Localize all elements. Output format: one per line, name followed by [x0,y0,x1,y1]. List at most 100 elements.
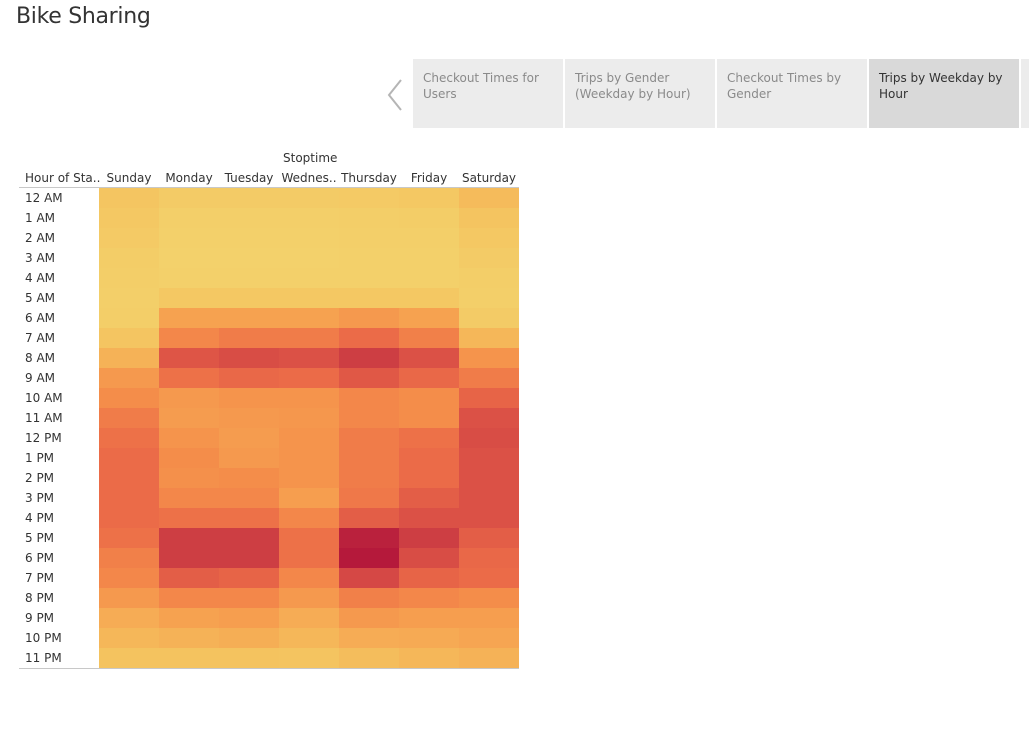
heatmap-cell[interactable] [339,548,399,568]
heatmap-cell[interactable] [159,368,219,388]
heatmap-cell[interactable] [459,588,519,608]
heatmap-cell[interactable] [339,308,399,328]
heatmap-cell[interactable] [159,648,219,668]
heatmap-cell[interactable] [99,488,159,508]
heatmap-cell[interactable] [219,628,279,648]
heatmap-cell[interactable] [159,348,219,368]
heatmap-cell[interactable] [99,468,159,488]
heatmap-cell[interactable] [159,608,219,628]
heatmap-cell[interactable] [279,408,339,428]
heatmap-cell[interactable] [459,468,519,488]
heatmap-cell[interactable] [459,428,519,448]
heatmap-cell[interactable] [219,608,279,628]
heatmap-cell[interactable] [99,308,159,328]
heatmap-cell[interactable] [399,348,459,368]
heatmap-cell[interactable] [279,528,339,548]
heatmap-cell[interactable] [219,468,279,488]
heatmap-cell[interactable] [99,648,159,668]
heatmap-cell[interactable] [99,348,159,368]
heatmap-cell[interactable] [399,648,459,668]
heatmap-cell[interactable] [399,448,459,468]
heatmap-cell[interactable] [279,328,339,348]
heatmap-cell[interactable] [99,608,159,628]
heatmap-cell[interactable] [99,408,159,428]
heatmap-cell[interactable] [219,648,279,668]
heatmap-cell[interactable] [219,588,279,608]
heatmap-cell[interactable] [99,228,159,248]
heatmap-cell[interactable] [279,508,339,528]
heatmap-cell[interactable] [99,588,159,608]
heatmap-cell[interactable] [159,188,219,208]
heatmap-cell[interactable] [279,628,339,648]
heatmap-cell[interactable] [339,488,399,508]
heatmap-cell[interactable] [279,468,339,488]
heatmap-cell[interactable] [399,628,459,648]
heatmap-cell[interactable] [459,228,519,248]
heatmap-cell[interactable] [339,188,399,208]
heatmap-cell[interactable] [99,628,159,648]
heatmap-cell[interactable] [399,248,459,268]
heatmap-cell[interactable] [99,528,159,548]
heatmap-cell[interactable] [219,248,279,268]
heatmap-cell[interactable] [459,288,519,308]
heatmap-cell[interactable] [279,648,339,668]
heatmap-cell[interactable] [399,288,459,308]
heatmap-cell[interactable] [459,528,519,548]
heatmap-cell[interactable] [279,588,339,608]
heatmap-cell[interactable] [219,228,279,248]
heatmap-cell[interactable] [159,528,219,548]
tab-checkout-times-users[interactable]: Checkout Times for Users [413,59,563,128]
heatmap-cell[interactable] [159,248,219,268]
heatmap-cell[interactable] [399,308,459,328]
heatmap-cell[interactable] [339,568,399,588]
heatmap-cell[interactable] [219,508,279,528]
heatmap-cell[interactable] [339,408,399,428]
heatmap-cell[interactable] [219,308,279,328]
heatmap-cell[interactable] [279,448,339,468]
tab-checkout-times-gender[interactable]: Checkout Times by Gender [717,59,867,128]
heatmap-cell[interactable] [399,328,459,348]
heatmap-cell[interactable] [459,248,519,268]
heatmap-cell[interactable] [459,448,519,468]
heatmap-cell[interactable] [99,328,159,348]
heatmap-cell[interactable] [339,468,399,488]
heatmap-cell[interactable] [339,508,399,528]
heatmap-cell[interactable] [339,648,399,668]
heatmap-cell[interactable] [399,588,459,608]
heatmap-cell[interactable] [459,368,519,388]
heatmap-cell[interactable] [279,228,339,248]
heatmap-cell[interactable] [99,248,159,268]
heatmap-cell[interactable] [279,268,339,288]
heatmap-cell[interactable] [159,568,219,588]
heatmap-cell[interactable] [279,288,339,308]
heatmap-cell[interactable] [219,328,279,348]
heatmap-cell[interactable] [399,508,459,528]
heatmap-cell[interactable] [219,208,279,228]
heatmap-cell[interactable] [159,308,219,328]
heatmap-cell[interactable] [339,588,399,608]
heatmap-cell[interactable] [399,388,459,408]
heatmap-cell[interactable] [99,508,159,528]
heatmap-cell[interactable] [399,488,459,508]
heatmap-cell[interactable] [99,288,159,308]
heatmap-cell[interactable] [339,348,399,368]
heatmap-cell[interactable] [459,348,519,368]
heatmap-cell[interactable] [339,428,399,448]
heatmap-cell[interactable] [219,188,279,208]
heatmap-cell[interactable] [279,488,339,508]
heatmap-cell[interactable] [459,548,519,568]
heatmap-cell[interactable] [159,588,219,608]
heatmap-cell[interactable] [159,268,219,288]
heatmap-cell[interactable] [99,428,159,448]
heatmap-cell[interactable] [279,368,339,388]
heatmap-cell[interactable] [159,408,219,428]
heatmap-cell[interactable] [279,388,339,408]
heatmap-cell[interactable] [159,448,219,468]
heatmap-cell[interactable] [159,388,219,408]
heatmap-cell[interactable] [99,368,159,388]
heatmap-cell[interactable] [459,648,519,668]
heatmap-cell[interactable] [339,368,399,388]
heatmap-cell[interactable] [219,368,279,388]
heatmap-cell[interactable] [219,448,279,468]
tab-trips-by-gender[interactable]: Trips by Gender (Weekday by Hour) [565,59,715,128]
